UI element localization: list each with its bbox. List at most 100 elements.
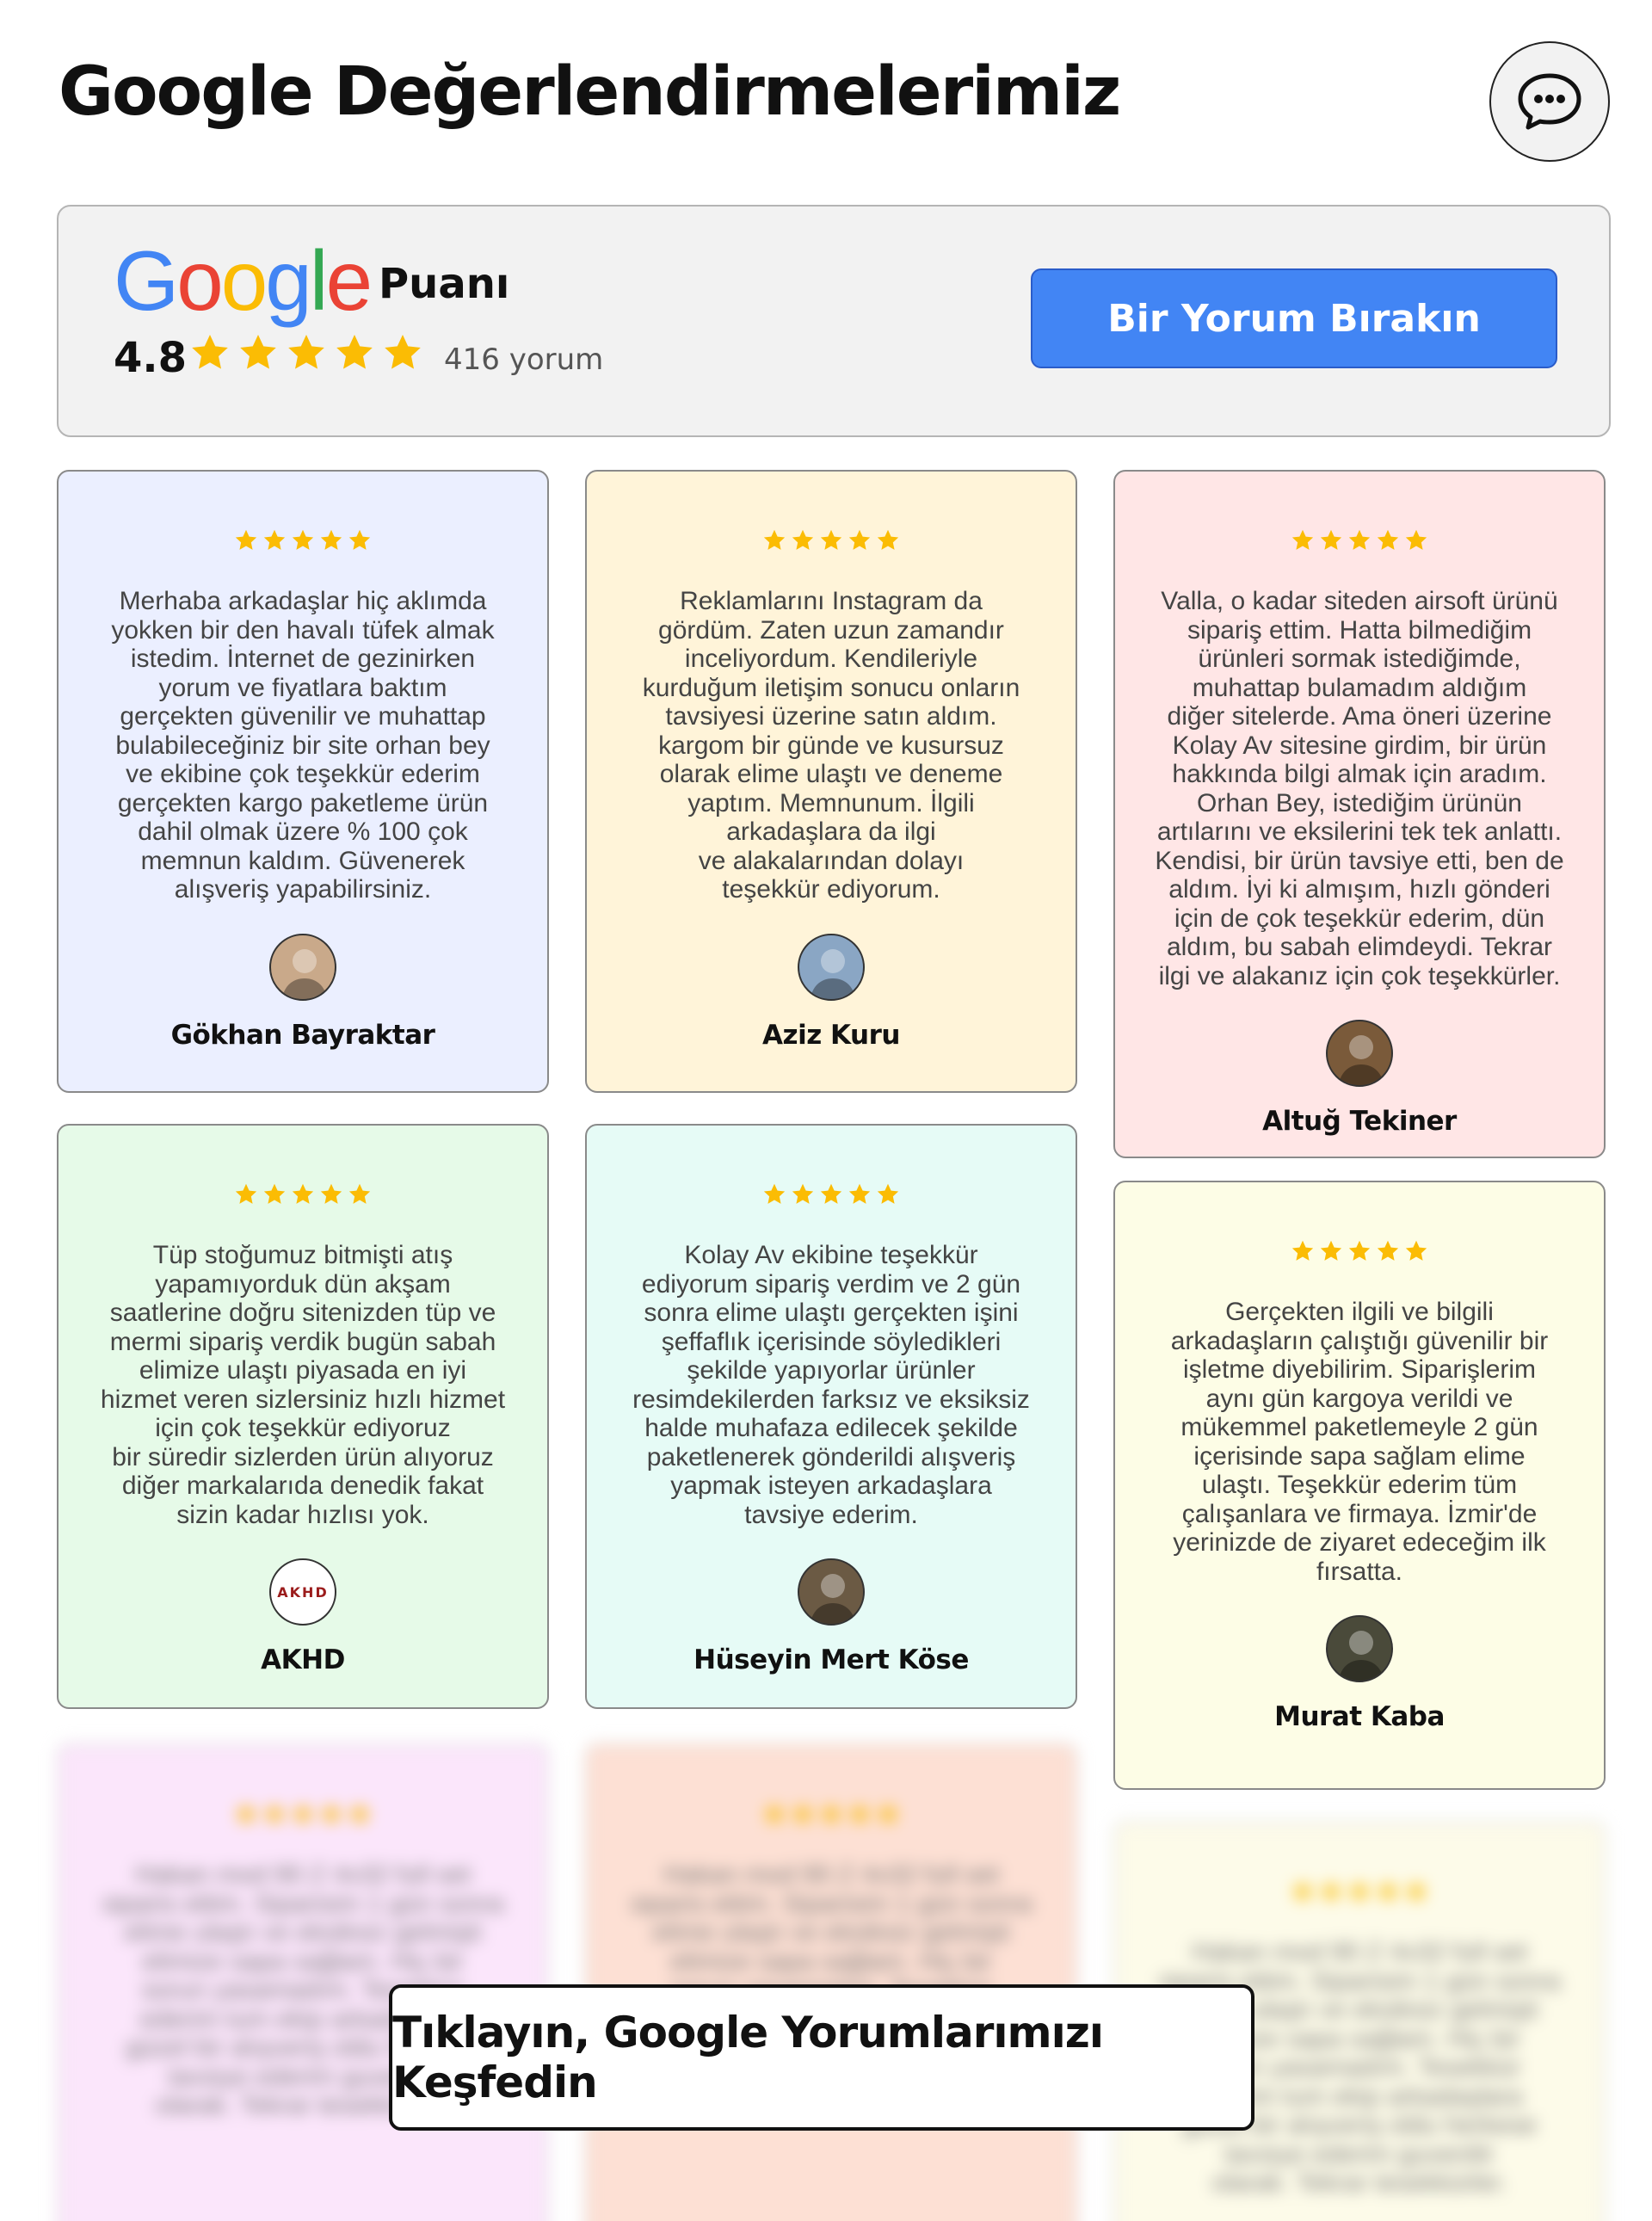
person-photo-icon xyxy=(810,948,856,999)
reviewer-name: Hüseyin Mert Köse xyxy=(693,1644,969,1675)
star-icon xyxy=(1405,529,1427,550)
star-icon xyxy=(235,1183,257,1204)
review-text: Kolay Av ekibine teşekkür ediyorum sipar… xyxy=(632,1241,1030,1529)
reviewer-avatar xyxy=(1326,1020,1393,1087)
star-icon xyxy=(1291,529,1314,550)
reviewer-name: AKHD xyxy=(261,1644,345,1675)
star-icon xyxy=(877,1183,899,1204)
star-icon xyxy=(292,1803,314,1823)
star-icon xyxy=(1320,1880,1342,1901)
star-icon xyxy=(820,1183,842,1204)
review-text: Valla, o kadar siteden airsoft ürünü sip… xyxy=(1155,587,1564,990)
star-icon xyxy=(820,1803,842,1823)
star-icon xyxy=(1377,529,1399,550)
google-logo-letter: l xyxy=(309,233,329,328)
leave-review-button[interactable]: Bir Yorum Bırakın xyxy=(1031,268,1557,368)
star-icon xyxy=(263,1803,286,1823)
avatar-logo-text: AKHD xyxy=(277,1583,329,1601)
person-photo-icon xyxy=(1338,1631,1384,1681)
chat-bubble-icon xyxy=(1518,73,1581,130)
star-icon xyxy=(263,1183,286,1204)
reviewer-avatar xyxy=(798,933,865,1001)
reviewer-avatar: AKHD xyxy=(269,1558,336,1626)
star-icon xyxy=(235,529,257,550)
reviewer-avatar xyxy=(269,933,336,1001)
review-stars xyxy=(1291,528,1428,554)
star-icon xyxy=(1405,1880,1427,1901)
google-logo-letter: o xyxy=(220,233,268,328)
review-card: Merhaba arkadaşlar hiç aklımda yokken bi… xyxy=(57,470,549,1093)
review-stars xyxy=(234,1182,372,1208)
review-card: Valla, o kadar siteden airsoft ürünü sip… xyxy=(1113,470,1606,1158)
star-icon xyxy=(848,1183,871,1204)
star-icon xyxy=(763,529,786,550)
review-card: Reklamlarını Instagram da gördüm. Zaten … xyxy=(585,470,1077,1093)
star-icon xyxy=(792,1803,814,1823)
star-icon xyxy=(763,1803,786,1823)
star-icon xyxy=(877,529,899,550)
rating-stars xyxy=(189,332,423,373)
review-stars xyxy=(234,1802,372,1828)
rating-summary: Google Puanı 4.8 416 yorum Bir Yorum Bır… xyxy=(57,205,1611,437)
star-icon xyxy=(385,335,421,369)
review-stars xyxy=(1291,1239,1428,1265)
google-logo-letter: g xyxy=(265,233,311,328)
review-text: Tüp stoğumuz bitmişti atış yapamıyorduk … xyxy=(100,1241,506,1529)
google-logo-letter: o xyxy=(176,233,223,328)
google-logo: Google xyxy=(114,232,373,328)
review-text: Merhaba arkadaşlar hiç aklımda yokken bi… xyxy=(111,587,495,904)
review-stars xyxy=(234,528,372,554)
star-icon xyxy=(336,335,373,369)
star-icon xyxy=(292,529,314,550)
star-icon xyxy=(288,335,324,369)
review-text: Reklamlarını Instagram da gördüm. Zaten … xyxy=(642,587,1020,904)
star-icon xyxy=(292,1183,314,1204)
star-icon xyxy=(320,1803,342,1823)
blurred-review-card: Hakan mod 90 Z 4x32 full set siparis ett… xyxy=(585,1743,1077,2221)
star-icon xyxy=(792,529,814,550)
star-icon xyxy=(348,1803,371,1823)
review-stars xyxy=(762,1802,900,1828)
review-stars xyxy=(762,528,900,554)
explore-google-reviews-button[interactable]: Tıklayın, Google Yorumlarımızı Keşfedin xyxy=(389,1984,1254,2131)
star-icon xyxy=(1348,1240,1371,1261)
reviewer-avatar xyxy=(1326,1615,1393,1682)
star-icon xyxy=(763,1183,786,1204)
star-icon xyxy=(192,335,228,369)
rating-label: Puanı xyxy=(379,260,510,308)
reviewer-name: Altuğ Tekiner xyxy=(1262,1106,1457,1137)
star-icon xyxy=(240,335,276,369)
star-icon xyxy=(348,529,371,550)
star-icon xyxy=(877,1803,899,1823)
star-icon xyxy=(1405,1240,1427,1261)
reviewer-name: Aziz Kuru xyxy=(762,1019,900,1051)
star-icon xyxy=(1377,1240,1399,1261)
chat-button[interactable] xyxy=(1489,41,1610,162)
star-icon xyxy=(820,529,842,550)
star-icon xyxy=(320,529,342,550)
star-icon xyxy=(1348,529,1371,550)
star-icon xyxy=(1320,529,1342,550)
review-card: Kolay Av ekibine teşekkür ediyorum sipar… xyxy=(585,1124,1077,1709)
review-text: Gerçekten ilgili ve bilgili arkadaşların… xyxy=(1170,1298,1549,1586)
star-icon xyxy=(348,1183,371,1204)
star-icon xyxy=(1348,1880,1371,1901)
google-logo-letter: G xyxy=(114,233,179,328)
review-card: Gerçekten ilgili ve bilgili arkadaşların… xyxy=(1113,1181,1606,1790)
review-count: 416 yorum xyxy=(444,342,604,377)
star-icon xyxy=(263,529,286,550)
star-icon xyxy=(848,529,871,550)
star-icon xyxy=(1291,1240,1314,1261)
star-icon xyxy=(235,1803,257,1823)
star-icon xyxy=(792,1183,814,1204)
person-photo-icon xyxy=(810,1574,856,1624)
review-stars xyxy=(762,1182,900,1208)
google-logo-letter: e xyxy=(325,233,373,328)
star-icon xyxy=(1377,1880,1399,1901)
person-photo-icon xyxy=(1338,1035,1384,1085)
rating-value: 4.8 xyxy=(114,334,188,382)
reviewer-name: Murat Kaba xyxy=(1274,1701,1445,1732)
review-stars xyxy=(1291,1879,1428,1905)
person-photo-icon xyxy=(281,948,328,999)
star-icon xyxy=(848,1803,871,1823)
